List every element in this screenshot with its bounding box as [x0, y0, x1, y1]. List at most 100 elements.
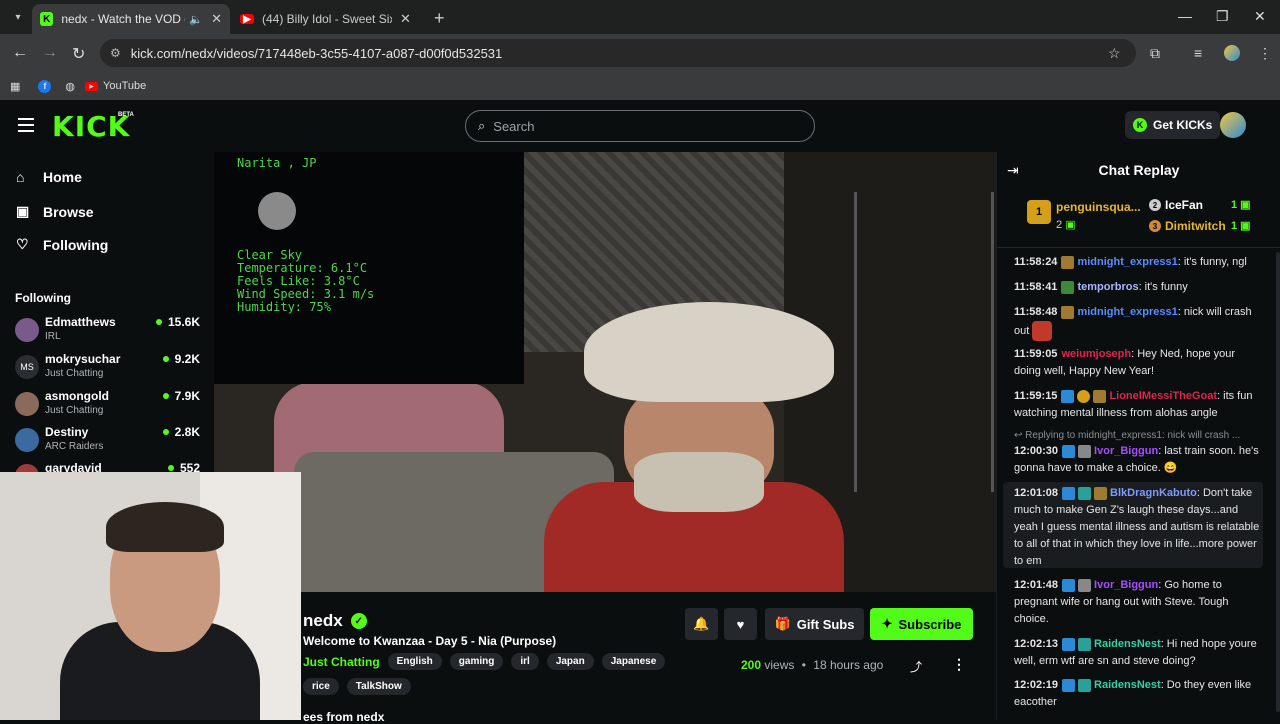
- video-scene-shelf: [854, 192, 994, 492]
- sidebar-item-following[interactable]: ♡ Following: [16, 236, 108, 253]
- url-field[interactable]: ⚙ kick.com/nedx/videos/717448eb-3c55-410…: [100, 39, 1136, 67]
- forward-icon[interactable]: →: [42, 44, 58, 62]
- get-kicks-button[interactable]: K Get KICKs: [1125, 111, 1221, 139]
- live-dot-icon: [162, 356, 169, 362]
- moon-icon: [258, 192, 296, 230]
- globe-icon[interactable]: ◍: [65, 80, 75, 93]
- video-scene-beard: [634, 452, 764, 512]
- chat-scrollbar[interactable]: [1276, 252, 1280, 712]
- close-window-icon[interactable]: ✕: [1254, 8, 1266, 25]
- video-scene-hat: [584, 302, 834, 402]
- apps-grid-icon[interactable]: ▦: [10, 80, 20, 93]
- message-user[interactable]: RaidensNest: [1094, 679, 1161, 691]
- message-time: 12:01:48: [1014, 579, 1059, 591]
- bell-icon: 🔔: [693, 616, 710, 631]
- browse-icon: ▣: [16, 203, 30, 219]
- message-user[interactable]: Ivor_Biggun: [1094, 445, 1158, 457]
- message-user[interactable]: BlkDragnKabuto: [1110, 487, 1197, 499]
- close-tab-icon[interactable]: ✕: [211, 11, 222, 27]
- message-user[interactable]: midnight_express1: [1077, 256, 1177, 268]
- hamburger-menu-icon[interactable]: [18, 118, 34, 132]
- sidebar-item-home[interactable]: ⌂ Home: [16, 169, 82, 185]
- sidebar-item-browse[interactable]: ▣ Browse: [16, 203, 94, 220]
- emote-icon: [1032, 321, 1053, 341]
- browser-tab-bar: ▾ K nedx - Watch the VOD on K 🔈 ✕ ▶ (44)…: [0, 0, 1280, 34]
- category-link[interactable]: Just Chatting: [303, 655, 380, 669]
- share-icon[interactable]: ⤴: [910, 658, 922, 675]
- more-options-icon[interactable]: ⋮: [952, 656, 966, 673]
- channel-name: mokrysuchar: [45, 352, 121, 366]
- message-user[interactable]: midnight_express1: [1077, 306, 1177, 318]
- youtube-icon: ▶: [85, 81, 99, 91]
- message-user[interactable]: RaidensNest: [1094, 638, 1161, 650]
- channel-name-heading[interactable]: nedx ✓: [303, 611, 367, 631]
- tag-chip[interactable]: irl: [511, 653, 539, 670]
- leader-3[interactable]: 3 Dimitwitch: [1149, 219, 1226, 233]
- message-time: 11:58:48: [1014, 306, 1058, 318]
- close-tab-icon[interactable]: ✕: [400, 11, 411, 27]
- badge-icon: [1062, 678, 1076, 692]
- facebook-icon[interactable]: f: [38, 79, 52, 93]
- upload-age: 18 hours ago: [813, 658, 884, 672]
- site-info-icon[interactable]: ⚙: [110, 46, 121, 60]
- viewer-count-value: 7.9K: [174, 389, 200, 403]
- notification-bell-button[interactable]: 🔔: [685, 608, 718, 640]
- tag-chip[interactable]: TalkShow: [346, 678, 411, 695]
- message-user[interactable]: temporbros: [1077, 281, 1138, 293]
- follow-heart-button[interactable]: ♥: [724, 608, 757, 640]
- followed-channel[interactable]: MS mokrysuchar Just Chatting 9.2K: [15, 352, 200, 386]
- address-bar-row: ← → ↻ ⚙ kick.com/nedx/videos/717448eb-3c…: [0, 34, 1280, 72]
- user-avatar[interactable]: [1220, 112, 1246, 138]
- badge-icon: [1061, 280, 1075, 294]
- video-player[interactable]: Narita , JP Clear Sky Temperature: 6.1°C…: [214, 152, 996, 592]
- home-icon: ⌂: [16, 169, 25, 185]
- badge-icon: [1062, 486, 1076, 500]
- sparkle-icon: ✦: [881, 616, 893, 631]
- back-icon[interactable]: ←: [12, 44, 28, 62]
- leader-2-count-value: 1: [1231, 199, 1238, 211]
- tab-search-dropdown[interactable]: ▾: [4, 5, 32, 29]
- leader-1-name[interactable]: penguinsqua...: [1056, 200, 1141, 214]
- tag-chip[interactable]: gaming: [449, 653, 504, 670]
- gift-icon: ▣: [1065, 219, 1076, 231]
- tag-chip[interactable]: English: [387, 653, 442, 670]
- leader-2[interactable]: 2 IceFan: [1149, 198, 1203, 212]
- browser-menu-icon[interactable]: ⋮: [1258, 45, 1272, 62]
- message-user[interactable]: weiumjoseph: [1061, 348, 1131, 360]
- viewer-count: 15.6K: [155, 315, 200, 329]
- search-icon: ⌕: [478, 118, 486, 133]
- followed-channel[interactable]: Destiny ARC Raiders 2.8K: [15, 425, 200, 459]
- new-tab-icon[interactable]: +: [434, 8, 445, 29]
- verified-icon: ✓: [350, 613, 367, 629]
- minimize-icon[interactable]: —: [1178, 8, 1192, 24]
- extensions-icon[interactable]: ⧉: [1150, 45, 1160, 62]
- live-dot-icon: [155, 319, 162, 325]
- search-input[interactable]: ⌕ Search: [465, 110, 815, 142]
- leader-2-count: 1 ▣: [1231, 199, 1251, 211]
- browser-tab-kick[interactable]: K nedx - Watch the VOD on K 🔈 ✕: [32, 4, 230, 34]
- speaker-icon[interactable]: 🔈: [189, 13, 203, 26]
- tag-chip[interactable]: rice: [303, 678, 339, 695]
- followed-channel[interactable]: asmongold Just Chatting 7.9K: [15, 389, 200, 423]
- reload-icon[interactable]: ↻: [72, 44, 85, 64]
- followed-channel[interactable]: Edmatthews IRL 15.6K: [15, 315, 200, 349]
- bookmark-label: YouTube: [103, 80, 147, 92]
- message-time: 12:00:30: [1014, 445, 1059, 457]
- tag-chip[interactable]: Japan: [546, 653, 594, 670]
- webcam-overlay: [0, 472, 301, 720]
- browser-tab-youtube[interactable]: ▶ (44) Billy Idol - Sweet Sixteen - ✕: [232, 4, 430, 34]
- tag-chip[interactable]: Japanese: [601, 653, 666, 670]
- message-user[interactable]: Ivor_Biggun: [1094, 579, 1158, 591]
- message-user[interactable]: LionelMessiTheGoat: [1109, 390, 1217, 402]
- media-control-icon[interactable]: ≡: [1194, 45, 1202, 61]
- subscribe-button[interactable]: ✦ Subscribe: [870, 608, 973, 640]
- chat-message: 12:00:30 Ivor_Biggun: last train soon. he…: [1014, 443, 1262, 477]
- bookmark-youtube[interactable]: ▶ YouTube: [85, 80, 146, 92]
- maximize-icon[interactable]: ❐: [1216, 8, 1229, 25]
- bookmark-star-icon[interactable]: ☆: [1108, 45, 1121, 62]
- reply-context[interactable]: ↩ Replying to midnight_express1: nick wi…: [1014, 430, 1262, 441]
- badge-icon: [1078, 486, 1092, 500]
- reply-text: Replying to midnight_express1: nick will…: [1025, 430, 1241, 441]
- gift-subs-button[interactable]: 🎁 Gift Subs: [765, 608, 864, 640]
- profile-avatar-icon[interactable]: [1224, 45, 1240, 61]
